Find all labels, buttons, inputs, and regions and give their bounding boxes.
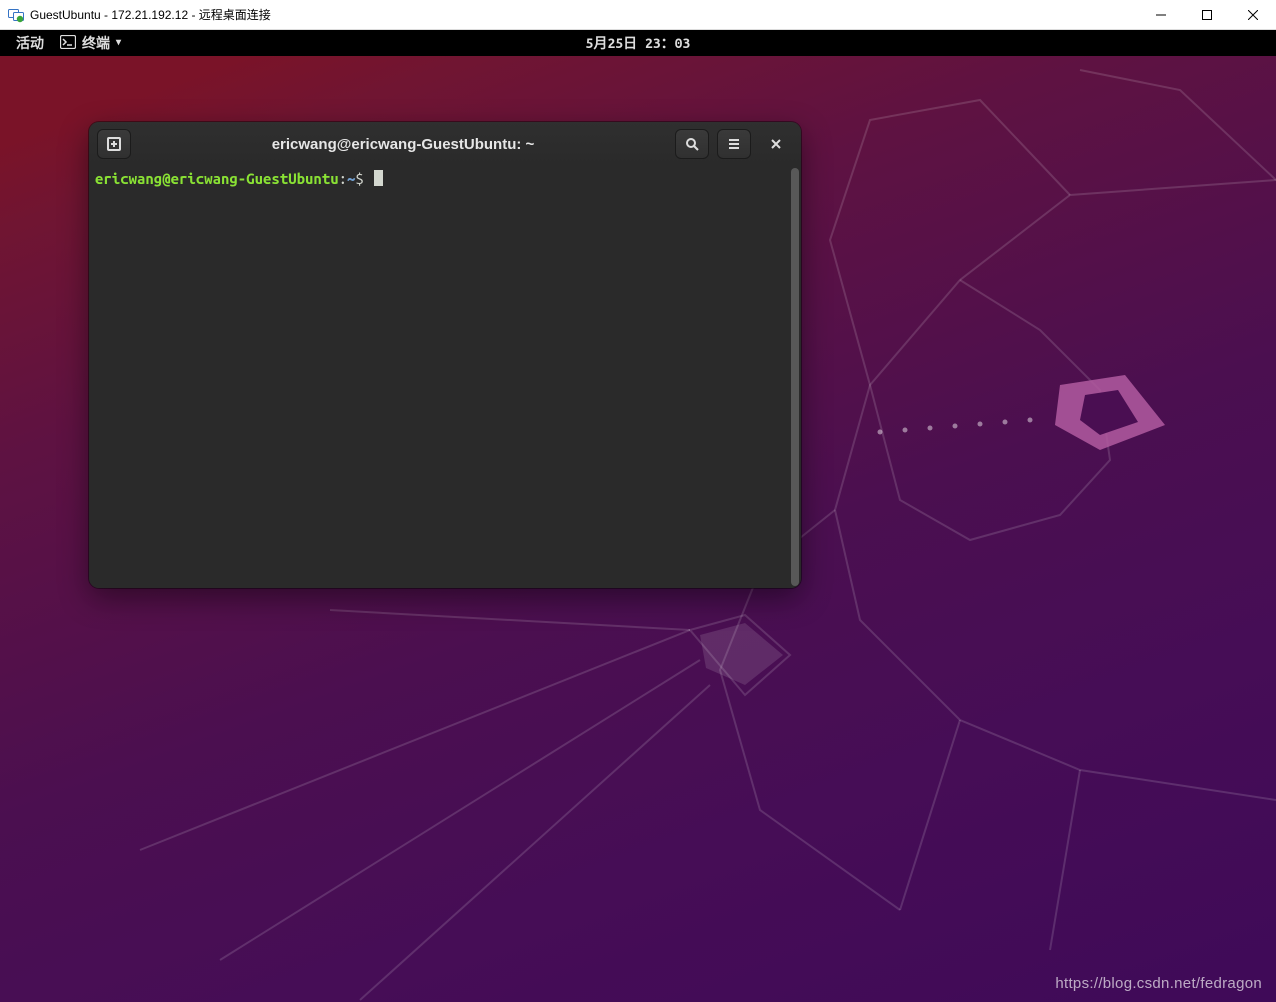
- terminal-close-button[interactable]: [759, 129, 793, 159]
- terminal-body[interactable]: ericwang@ericwang-GuestUbuntu:~$: [89, 166, 801, 588]
- minimize-button[interactable]: [1138, 0, 1184, 30]
- terminal-search-button[interactable]: [675, 129, 709, 159]
- shell-prompt: ericwang@ericwang-GuestUbuntu:~$: [95, 170, 372, 187]
- activities-button[interactable]: 活动: [8, 33, 52, 53]
- watermark-text: https://blog.csdn.net/fedragon: [1055, 975, 1262, 992]
- terminal-window[interactable]: ericwang@ericwang-GuestUbuntu: ~ ericwan…: [89, 122, 801, 588]
- terminal-icon: [60, 35, 76, 52]
- terminal-titlebar[interactable]: ericwang@ericwang-GuestUbuntu: ~: [89, 122, 801, 166]
- prompt-user-host: ericwang@ericwang-GuestUbuntu: [95, 170, 339, 187]
- terminal-scrollbar[interactable]: [791, 168, 799, 586]
- prompt-symbol: $: [355, 170, 363, 187]
- rdp-titlebar: GuestUbuntu - 172.21.192.12 - 远程桌面连接: [0, 0, 1276, 30]
- text-cursor: [374, 170, 383, 186]
- app-menu-terminal[interactable]: 终端 ▾: [52, 33, 129, 53]
- clock[interactable]: 5月25日 23：03: [586, 33, 691, 53]
- app-menu-label: 终端: [82, 33, 110, 53]
- rdp-window-title: GuestUbuntu - 172.21.192.12 - 远程桌面连接: [30, 6, 271, 23]
- chevron-down-icon: ▾: [116, 37, 121, 48]
- new-tab-button[interactable]: [97, 129, 131, 159]
- ubuntu-desktop: 活动 终端 ▾ 5月25日 23：03 ericwang@ericwang-Gu…: [0, 30, 1276, 1002]
- rdp-icon: [8, 7, 24, 23]
- terminal-menu-button[interactable]: [717, 129, 751, 159]
- gnome-top-bar: 活动 终端 ▾ 5月25日 23：03: [0, 30, 1276, 56]
- close-button[interactable]: [1230, 0, 1276, 30]
- terminal-window-title: ericwang@ericwang-GuestUbuntu: ~: [139, 136, 667, 153]
- maximize-button[interactable]: [1184, 0, 1230, 30]
